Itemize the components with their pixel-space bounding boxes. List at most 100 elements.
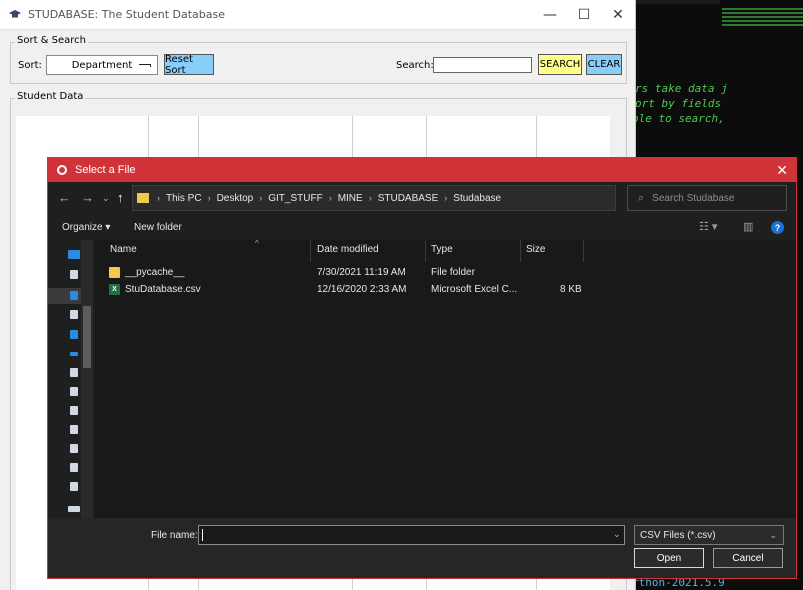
nav-item-icon[interactable] (70, 406, 78, 415)
breadcrumb-chevron-icon: › (444, 193, 448, 203)
file-name-input[interactable] (198, 525, 625, 545)
navigation-pane-scrollbar[interactable] (81, 240, 93, 518)
column-header-name[interactable]: Name (110, 244, 137, 255)
search-entry[interactable] (433, 57, 532, 73)
chevron-down-icon: ⌄ (769, 530, 777, 540)
nav-item-icon[interactable] (70, 310, 78, 319)
window-title: STUDABASE: The Student Database (28, 8, 226, 21)
column-header-type[interactable]: Type (431, 244, 453, 255)
dialog-footer: File name: ⌄ CSV Files (*.csv) ⌄ Open Ca… (48, 518, 796, 578)
cancel-button[interactable]: Cancel (713, 548, 783, 568)
quick-access-icon[interactable] (68, 250, 80, 259)
student-data-label: Student Data (15, 91, 86, 102)
nav-item-icon[interactable] (70, 368, 78, 377)
graduation-cap-icon (9, 9, 21, 17)
file-date: 12/16/2020 2:33 AM (317, 284, 407, 295)
column-divider[interactable] (425, 240, 426, 262)
minimize-button[interactable]: — (533, 0, 567, 30)
dialog-close-button[interactable]: ✕ (776, 162, 788, 179)
column-divider[interactable] (520, 240, 521, 262)
sort-label: Sort: (18, 60, 42, 71)
folder-icon (137, 193, 149, 203)
file-name: StuDatabase.csv (125, 284, 201, 295)
nav-item-icon[interactable] (70, 330, 78, 339)
scrollbar-thumb[interactable] (83, 306, 91, 368)
file-type: Microsoft Excel C... (431, 284, 518, 295)
terminal-line: ble to search, (632, 112, 725, 125)
column-header-date-modified[interactable]: Date modified (317, 244, 379, 255)
help-icon[interactable]: ? (771, 221, 784, 234)
dialog-titlebar[interactable]: Select a File ✕ (48, 158, 796, 182)
address-bar[interactable]: › This PC › Desktop › GIT_STUFF › MINE ›… (132, 185, 693, 211)
terminal-minimap (722, 6, 803, 36)
reset-sort-button[interactable]: Reset Sort (164, 54, 214, 76)
breadcrumb-item[interactable]: Desktop (217, 193, 254, 204)
navigation-pane (48, 240, 94, 518)
recent-locations-chevron-icon[interactable]: ⌄ (102, 193, 110, 204)
file-row[interactable]: X StuDatabase.csv 12/16/2020 2:33 AM Mic… (105, 282, 585, 299)
open-button[interactable]: Open (634, 548, 704, 568)
breadcrumb-chevron-icon: › (207, 193, 211, 203)
dialog-title: Select a File (75, 164, 136, 176)
breadcrumb-item[interactable]: This PC (166, 193, 202, 204)
select-file-dialog: Select a File ✕ ← → ⌄ ↑ › This PC › Desk… (47, 157, 797, 579)
python-feather-icon (57, 165, 67, 175)
drive-icon[interactable] (68, 506, 80, 512)
column-header-size[interactable]: Size (526, 244, 545, 255)
breadcrumb-chevron-icon: › (368, 193, 372, 203)
terminal-line: ort by fields (635, 97, 722, 110)
nav-item-icon[interactable] (70, 291, 78, 300)
file-type: File folder (431, 267, 475, 278)
file-name-history-chevron-icon[interactable]: ⌄ (613, 529, 621, 540)
breadcrumb-item[interactable]: MINE (338, 193, 363, 204)
clear-button[interactable]: CLEAR (586, 54, 622, 75)
file-name-label: File name: (151, 530, 198, 541)
terminal-line: rs take data j (635, 82, 728, 95)
nav-item-icon[interactable] (70, 387, 78, 396)
back-arrow-icon[interactable]: ← (58, 190, 71, 205)
breadcrumb-chevron-icon: › (157, 193, 160, 203)
search-icon: ⌕ (638, 191, 645, 204)
file-type-value: CSV Files (*.csv) (640, 529, 716, 541)
view-options-icon[interactable]: ☷ ▾ (699, 220, 717, 233)
nav-item-icon[interactable] (70, 352, 78, 356)
file-type-select[interactable]: CSV Files (*.csv) ⌄ (634, 525, 784, 545)
window-titlebar[interactable]: STUDABASE: The Student Database — ☐ ✕ (0, 0, 635, 30)
nav-item-icon[interactable] (70, 444, 78, 453)
file-row[interactable]: __pycache__ 7/30/2021 11:19 AM File fold… (105, 265, 585, 282)
file-size: 8 KB (560, 284, 582, 295)
nav-item-icon[interactable] (70, 270, 78, 279)
preview-pane-icon[interactable]: ▥ (743, 220, 753, 233)
nav-item-icon[interactable] (70, 463, 78, 472)
breadcrumb-item[interactable]: GIT_STUFF (268, 193, 322, 204)
file-list: ^ Name Date modified Type Size __pycache… (95, 239, 796, 518)
up-arrow-icon[interactable]: ↑ (117, 190, 124, 205)
nav-item-icon[interactable] (70, 482, 78, 491)
folder-search-input[interactable]: ⌕ Search Studabase (627, 185, 787, 211)
new-folder-button[interactable]: New folder (134, 222, 182, 233)
sort-search-label: Sort & Search (15, 35, 89, 46)
folder-icon (109, 267, 120, 278)
breadcrumb-chevron-icon: › (259, 193, 263, 203)
file-date: 7/30/2021 11:19 AM (317, 267, 406, 278)
search-button[interactable]: SEARCH (538, 54, 582, 75)
nav-item-icon[interactable] (70, 425, 78, 434)
option-indicator-icon (139, 64, 151, 67)
column-divider[interactable] (310, 240, 311, 262)
close-button[interactable]: ✕ (601, 0, 635, 30)
breadcrumb-chevron-icon: › (328, 193, 332, 203)
excel-file-icon: X (109, 284, 120, 295)
breadcrumb-item[interactable]: Studabase (453, 193, 501, 204)
sort-option-value: Department (71, 59, 133, 71)
maximize-button[interactable]: ☐ (567, 0, 601, 30)
navigation-bar: ← → ⌄ ↑ › This PC › Desktop › GIT_STUFF … (48, 184, 796, 214)
file-name: __pycache__ (125, 267, 185, 278)
breadcrumb-item[interactable]: STUDABASE (378, 193, 439, 204)
organize-menu[interactable]: Organize ▾ (62, 222, 110, 233)
sort-option-menu[interactable]: Department (46, 55, 158, 75)
forward-arrow-icon[interactable]: → (81, 190, 94, 205)
text-caret (202, 529, 203, 541)
search-label: Search: (396, 60, 434, 71)
column-divider[interactable] (583, 240, 584, 262)
search-placeholder: Search Studabase (652, 192, 735, 204)
